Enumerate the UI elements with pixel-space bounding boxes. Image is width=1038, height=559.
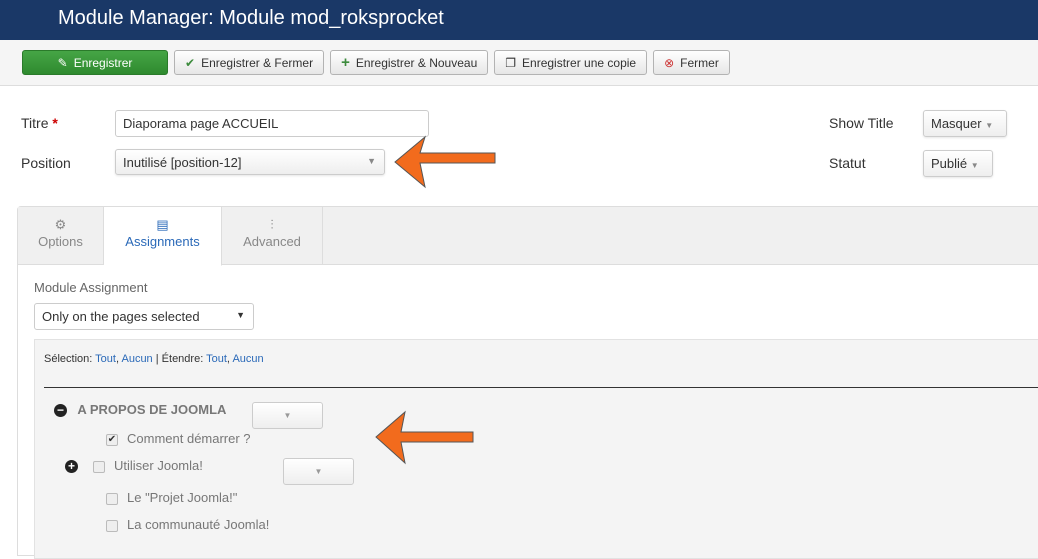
selection-bar: Sélection: Tout, Aucun | Étendre: Tout, … [44,353,264,365]
tab-bar: ⚙ Options ▤ Assignments ⫶ Advanced [18,207,1038,266]
tab-assignments[interactable]: ▤ Assignments [104,207,222,266]
chevron-down-icon: ▼ [236,310,245,320]
close-icon: ⊗ [664,55,675,70]
tabs-panel: ⚙ Options ▤ Assignments ⫶ Advanced Module A… [17,206,1038,559]
chevron-down-icon: ▼ [367,156,376,166]
save-copy-button[interactable]: ❐ Enregistrer une copie [494,50,648,75]
menu-options-dropdown[interactable]: ▼ [252,402,323,429]
close-button[interactable]: ⊗ Fermer [653,50,730,75]
tab-options[interactable]: ⚙ Options [18,207,104,264]
menu-tree: Sélection: Tout, Aucun | Étendre: Tout, … [34,339,1038,559]
position-select[interactable]: Inutilisé [position-12] ▼ [115,149,385,175]
list-item[interactable]: ✔ Comment démarrer ? [106,431,251,446]
arrow-annotation [394,135,496,189]
list-item[interactable]: Le "Projet Joomla!" [106,490,237,505]
checkbox[interactable] [93,460,105,473]
sliders-icon: ⫶ [270,217,274,232]
copy-icon: ❐ [505,55,517,70]
item-options-dropdown[interactable]: ▼ [283,458,354,485]
show-title-dropdown[interactable]: Masquer ▼ [923,110,1007,137]
required-star: * [52,115,58,131]
checkbox-checked[interactable]: ✔ [106,433,118,446]
position-label: Position [21,155,71,171]
save-close-button[interactable]: ✔ Enregistrer & Fermer [174,50,325,75]
title-input[interactable]: Diaporama page ACCUEIL [115,110,429,137]
assignments-icon: ▤ [156,217,169,232]
title-label: Titre * [21,115,58,131]
check-icon: ✔ [185,55,196,70]
save-button[interactable]: ✎ Enregistrer [22,50,168,75]
status-label: Statut [829,155,866,171]
arrow-annotation [375,410,474,465]
page-title: Module Manager: Module mod_roksprocket [58,7,444,29]
menu-heading: − A PROPOS DE JOOMLA [54,402,226,417]
checkbox[interactable] [106,519,118,532]
save-new-button[interactable]: + Enregistrer & Nouveau [330,50,489,75]
edit-icon: ✎ [57,55,68,70]
close-label: Fermer [680,55,719,70]
assignment-label: Module Assignment [34,280,148,295]
status-dropdown[interactable]: Publié ▼ [923,150,993,177]
expand-none-link[interactable]: Aucun [232,353,263,365]
select-none-link[interactable]: Aucun [121,353,152,365]
divider [44,387,1038,388]
expand-icon[interactable]: + [65,460,78,473]
save-copy-label: Enregistrer une copie [522,55,637,70]
list-item[interactable]: + Utiliser Joomla! [65,458,203,473]
save-close-label: Enregistrer & Fermer [201,55,314,70]
plus-icon: + [341,54,350,71]
expand-all-link[interactable]: Tout [206,353,227,365]
save-new-label: Enregistrer & Nouveau [355,55,478,70]
list-item[interactable]: La communauté Joomla! [106,517,269,532]
assignment-select[interactable]: Only on the pages selected ▼ [34,303,254,330]
collapse-icon[interactable]: − [54,404,67,417]
gear-icon: ⚙ [54,217,67,232]
save-label: Enregistrer [73,55,133,70]
select-all-link[interactable]: Tout [95,353,116,365]
checkbox[interactable] [106,492,118,505]
toolbar: ✎ Enregistrer ✔ Enregistrer & Fermer + Enre… [0,40,1038,86]
show-title-label: Show Title [829,115,894,131]
page-header: Module Manager: Module mod_roksprocket [0,0,1038,40]
tab-advanced[interactable]: ⫶ Advanced [222,207,323,264]
